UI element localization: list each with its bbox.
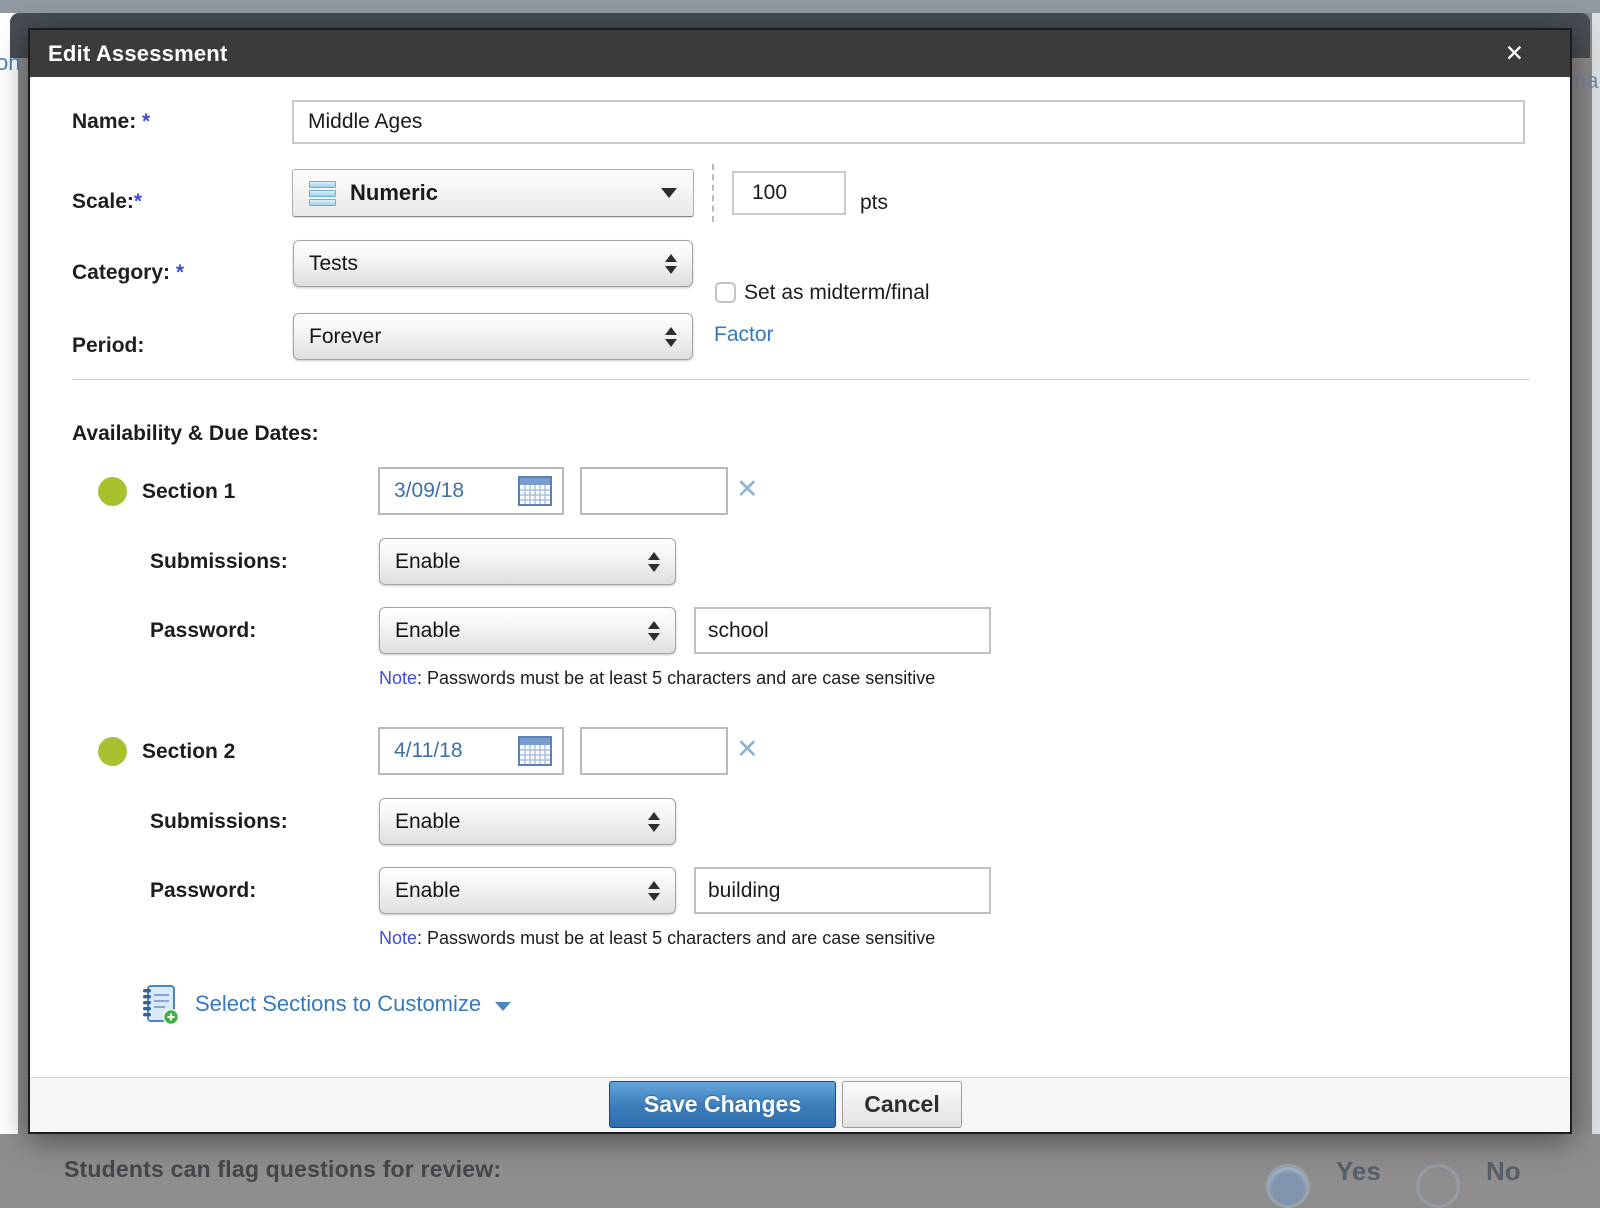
overlay-right-band [1574, 13, 1592, 1134]
no-radio-label: No [1486, 1156, 1521, 1187]
category-label: Category: * [72, 261, 184, 285]
note-prefix: Note [379, 928, 417, 948]
select-arrows-icon [648, 621, 660, 641]
caret-down-icon [661, 188, 677, 198]
yes-radio[interactable] [1266, 1164, 1310, 1208]
save-changes-button[interactable]: Save Changes [609, 1081, 836, 1128]
scale-label-text: Scale: [72, 190, 134, 213]
modal-header: Edit Assessment ✕ [30, 30, 1570, 77]
flag-questions-text: Students can flag questions for review: [64, 1156, 501, 1183]
yes-radio-label: Yes [1336, 1156, 1381, 1187]
scale-value: Numeric [350, 180, 438, 206]
modal-footer: Save Changes Cancel [30, 1077, 1570, 1132]
password-input[interactable] [694, 607, 991, 654]
start-date-field[interactable]: 4/11/18 [378, 727, 564, 775]
window-top-strip [0, 0, 1600, 13]
no-radio[interactable] [1416, 1164, 1460, 1208]
midterm-checkbox-label: Set as midterm/final [744, 281, 930, 305]
due-date-input[interactable] [580, 727, 728, 775]
start-date-value: 4/11/18 [394, 739, 463, 763]
password-mode-value: Enable [395, 879, 460, 903]
password-input[interactable] [694, 867, 991, 914]
dashed-separator [712, 164, 714, 222]
category-value: Tests [309, 252, 358, 276]
due-date-input[interactable] [580, 467, 728, 515]
category-label-text: Category: [72, 261, 170, 284]
calendar-icon[interactable] [518, 476, 552, 506]
password-mode-select[interactable]: Enable [379, 607, 676, 654]
section-status-dot [98, 737, 127, 766]
calendar-icon[interactable] [518, 736, 552, 766]
cancel-button[interactable]: Cancel [842, 1081, 962, 1128]
name-input[interactable] [292, 100, 1525, 144]
start-date-value: 3/09/18 [394, 479, 464, 503]
select-arrows-icon [648, 881, 660, 901]
submissions-value: Enable [395, 550, 460, 574]
section-divider [72, 379, 1530, 380]
scale-label: Scale:* [72, 190, 142, 214]
page-partial-text-right: nal [1574, 68, 1600, 94]
submissions-select[interactable]: Enable [379, 538, 676, 585]
required-asterisk: * [142, 110, 150, 133]
page-partial-text-left: on [0, 50, 20, 76]
submissions-select[interactable]: Enable [379, 798, 676, 845]
caret-down-icon [495, 1002, 511, 1011]
remove-date-icon[interactable]: ✕ [736, 476, 759, 503]
select-sections-label: Select Sections to Customize [195, 991, 481, 1017]
section-name: Section 1 [142, 480, 235, 504]
overlay-left-band [18, 13, 28, 1134]
password-mode-select[interactable]: Enable [379, 867, 676, 914]
note-text: : Passwords must be at least 5 character… [417, 668, 935, 688]
period-label: Period: [72, 334, 144, 358]
required-asterisk: * [176, 261, 184, 284]
close-icon[interactable]: ✕ [1505, 42, 1524, 65]
password-label: Password: [150, 879, 256, 903]
numeric-scale-icon [309, 181, 336, 206]
password-mode-value: Enable [395, 619, 460, 643]
submissions-value: Enable [395, 810, 460, 834]
note-prefix: Note [379, 668, 417, 688]
period-value: Forever [309, 325, 381, 349]
name-label: Name: * [72, 110, 150, 134]
page-left-edge [0, 13, 18, 1134]
remove-date-icon[interactable]: ✕ [736, 736, 759, 763]
modal-title: Edit Assessment [48, 41, 227, 67]
section-status-dot [98, 477, 127, 506]
name-label-text: Name: [72, 110, 136, 133]
select-arrows-icon [665, 254, 677, 274]
category-select[interactable]: Tests [293, 240, 693, 287]
select-arrows-icon [665, 327, 677, 347]
password-note: Note: Passwords must be at least 5 chara… [379, 928, 935, 949]
section-name: Section 2 [142, 740, 235, 764]
submissions-label: Submissions: [150, 550, 288, 574]
period-select[interactable]: Forever [293, 313, 693, 360]
notebook-add-icon [139, 983, 181, 1025]
points-input[interactable] [732, 171, 846, 215]
select-arrows-icon [648, 812, 660, 832]
pts-label: pts [860, 191, 888, 215]
note-text: : Passwords must be at least 5 character… [417, 928, 935, 948]
start-date-field[interactable]: 3/09/18 [378, 467, 564, 515]
midterm-checkbox[interactable] [715, 282, 736, 303]
factor-link[interactable]: Factor [714, 323, 774, 347]
select-arrows-icon [648, 552, 660, 572]
edit-assessment-modal: Edit Assessment ✕ Name: * Scale:* Numeri… [28, 28, 1572, 1134]
submissions-label: Submissions: [150, 810, 288, 834]
availability-heading: Availability & Due Dates: [72, 422, 319, 446]
page-right-edge [1592, 13, 1600, 1134]
password-label: Password: [150, 619, 256, 643]
password-note: Note: Passwords must be at least 5 chara… [379, 668, 935, 689]
select-sections-link[interactable]: Select Sections to Customize [139, 983, 511, 1025]
required-asterisk: * [134, 190, 142, 213]
scale-dropdown[interactable]: Numeric [292, 169, 694, 217]
